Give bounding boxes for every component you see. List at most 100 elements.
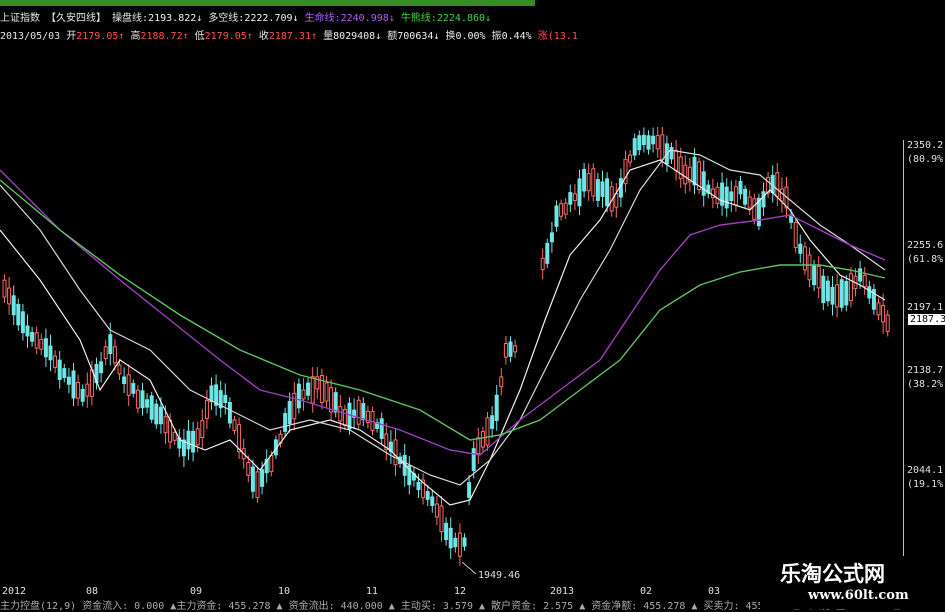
last-price-tag: 2187.3 bbox=[908, 314, 945, 325]
candle bbox=[145, 399, 150, 408]
candle bbox=[85, 383, 90, 397]
candle bbox=[444, 522, 449, 541]
candle bbox=[807, 254, 812, 281]
candle bbox=[471, 448, 476, 472]
candle bbox=[462, 537, 467, 547]
ma-bull-bear: 牛熊线:2224.860↓ bbox=[400, 13, 492, 24]
candle bbox=[329, 387, 334, 413]
watermark-title: 乐淘公式网 bbox=[780, 561, 885, 586]
candle bbox=[186, 430, 191, 450]
candle bbox=[25, 325, 30, 337]
candle bbox=[131, 383, 136, 394]
bar-amount: 额700634↓ bbox=[387, 31, 440, 42]
candle bbox=[172, 432, 177, 441]
candle bbox=[692, 156, 697, 186]
candle bbox=[779, 188, 784, 202]
candle bbox=[126, 374, 131, 396]
bull-bear-line bbox=[0, 179, 886, 441]
candle bbox=[430, 496, 435, 506]
bar-amplitude: 振0.44% bbox=[491, 31, 532, 42]
candle bbox=[71, 370, 76, 399]
candle bbox=[342, 408, 347, 426]
candle bbox=[306, 382, 311, 396]
candle bbox=[715, 186, 720, 205]
candle bbox=[30, 332, 35, 342]
ma-operation: 操盘线:2193.822↓ bbox=[112, 13, 203, 24]
bar-low: 低2179.05↑ bbox=[194, 31, 253, 42]
candle bbox=[361, 403, 366, 421]
y-tick-label: 2255.6 bbox=[907, 240, 944, 251]
indicator-name[interactable]: 【久安四线】 bbox=[46, 13, 106, 24]
y-tick-pct: (38.2%) bbox=[907, 379, 945, 390]
candle bbox=[338, 406, 343, 422]
candle bbox=[549, 232, 554, 243]
candle bbox=[802, 246, 807, 271]
candle bbox=[255, 471, 260, 499]
operation-line bbox=[0, 159, 886, 506]
candle bbox=[324, 382, 329, 402]
candle bbox=[669, 146, 674, 160]
header-line-1: 上证指数 【久安四线】 操盘线:2193.822↓ 多空线:2222.709↓ … bbox=[0, 9, 491, 24]
bar-high: 高2188.72↑ bbox=[130, 31, 189, 42]
candle bbox=[108, 334, 113, 355]
candle bbox=[660, 134, 665, 160]
candle bbox=[195, 428, 200, 446]
candle bbox=[568, 192, 573, 205]
candle bbox=[163, 416, 168, 434]
candle bbox=[122, 376, 127, 385]
candle bbox=[16, 303, 21, 326]
candle bbox=[204, 399, 209, 419]
candle bbox=[490, 415, 495, 429]
x-tick-label: 2012 bbox=[2, 586, 27, 597]
candle bbox=[191, 430, 196, 453]
candle bbox=[867, 286, 872, 299]
candle bbox=[591, 168, 596, 197]
candle bbox=[821, 275, 826, 304]
candle bbox=[651, 135, 656, 145]
candle bbox=[812, 265, 817, 286]
candle bbox=[683, 164, 688, 185]
candle bbox=[48, 345, 53, 361]
candle bbox=[793, 222, 798, 249]
candle bbox=[674, 149, 679, 171]
candlestick-chart[interactable] bbox=[0, 0, 945, 609]
candle bbox=[467, 482, 472, 498]
candle bbox=[563, 202, 568, 215]
candle bbox=[513, 345, 518, 353]
candle bbox=[641, 134, 646, 146]
candle bbox=[260, 469, 265, 487]
toolbar-strip bbox=[0, 0, 535, 6]
y-tick-pct: (80.9%) bbox=[907, 154, 945, 165]
candle bbox=[7, 287, 12, 305]
candle bbox=[628, 154, 633, 163]
candle bbox=[485, 417, 490, 446]
candle bbox=[20, 311, 25, 334]
bar-date: 2013/05/03 bbox=[0, 31, 61, 42]
candle bbox=[830, 286, 835, 305]
y-tick-label: 2044.1 bbox=[907, 465, 944, 476]
candle bbox=[858, 268, 863, 282]
candle bbox=[752, 198, 757, 220]
indicator-header: 上证指数 【久安四线】 操盘线:2193.822↓ 多空线:2222.709↓ … bbox=[0, 0, 578, 44]
x-tick-label: 10 bbox=[278, 586, 291, 597]
candle bbox=[80, 388, 85, 402]
candle bbox=[499, 376, 504, 388]
candle bbox=[158, 406, 163, 425]
candle bbox=[835, 284, 840, 308]
watermark-url: www.60lt.com bbox=[808, 588, 909, 603]
candle bbox=[39, 338, 44, 350]
candle bbox=[53, 355, 58, 368]
candle bbox=[738, 180, 743, 195]
candle bbox=[554, 205, 559, 227]
index-name[interactable]: 上证指数 bbox=[0, 13, 40, 24]
price-axis-line bbox=[903, 140, 904, 580]
candle bbox=[135, 389, 140, 409]
y-tick-label: 2197.1 bbox=[907, 302, 944, 313]
candle bbox=[540, 257, 545, 271]
candle bbox=[678, 156, 683, 180]
candle bbox=[508, 341, 513, 357]
candle bbox=[43, 338, 48, 358]
candle bbox=[301, 389, 306, 400]
candle bbox=[844, 281, 849, 306]
candle bbox=[283, 413, 288, 432]
